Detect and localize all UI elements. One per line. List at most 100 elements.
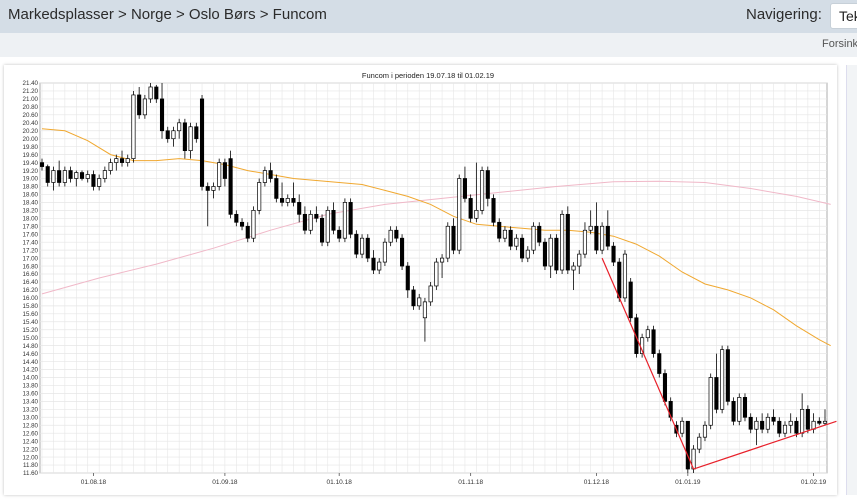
candle: [708, 373, 713, 430]
candle: [411, 285, 416, 310]
candle: [628, 278, 633, 322]
x-tick-label: 01.11.18: [458, 479, 483, 486]
candle-body: [268, 170, 273, 179]
candle: [171, 126, 176, 147]
candle: [685, 420, 690, 473]
candle: [742, 393, 748, 422]
candle: [222, 158, 227, 187]
candle-body: [274, 178, 279, 199]
candle-body: [588, 225, 593, 231]
y-tick-label: 15.20: [23, 327, 39, 334]
candle: [325, 206, 330, 247]
x-axis: 01.08.18 01.09.18 01.10.18 01.11.18 01.12.18…: [81, 473, 827, 486]
y-tick-label: 18.00: [23, 216, 39, 223]
candle-body: [371, 257, 376, 271]
candle: [508, 226, 513, 251]
top-bar: Markedsplasser > Norge > Oslo Børs > Fun…: [0, 0, 857, 33]
candle-body: [302, 213, 307, 231]
candle: [428, 281, 433, 306]
candle: [417, 293, 422, 310]
candle-body: [360, 237, 365, 255]
x-tick-label: 01.08.18: [81, 479, 107, 486]
candle: [468, 194, 473, 223]
candle: [148, 83, 153, 103]
navigation-label: Navigering:: [746, 6, 822, 23]
x-tick-label: 01.09.18: [212, 479, 238, 486]
candle-body: [708, 377, 713, 426]
x-tick-label: 01.12.18: [584, 479, 610, 486]
candle-body: [720, 349, 725, 410]
candle: [365, 234, 370, 263]
candle-body: [782, 424, 788, 434]
candle: [760, 413, 765, 434]
stock-chart: Funcom i perioden 19.07.18 til 01.02.19 …: [23, 71, 837, 486]
candle-body: [611, 245, 616, 263]
y-tick-label: 20.20: [23, 128, 39, 135]
y-tick-label: 17.00: [23, 255, 39, 262]
y-tick-label: 19.80: [23, 144, 39, 151]
candle-body: [582, 229, 588, 255]
candle: [68, 166, 73, 183]
candle-body: [645, 329, 650, 339]
candle-body: [628, 281, 633, 319]
candle: [371, 250, 376, 275]
candle: [480, 166, 485, 215]
candles: [39, 83, 828, 473]
candle: [537, 222, 542, 247]
candle-body: [817, 420, 822, 424]
candle-body: [394, 229, 399, 239]
candle: [211, 182, 216, 199]
candle: [39, 158, 45, 171]
candle-body: [622, 253, 628, 299]
candle-body: [377, 261, 382, 271]
candle: [382, 238, 387, 267]
candle-body: [754, 420, 759, 430]
candle-body: [39, 162, 45, 167]
candle-body: [85, 174, 90, 179]
candle-body: [308, 213, 313, 231]
candle: [817, 417, 822, 426]
y-tick-label: 15.00: [23, 335, 39, 342]
candle-body: [217, 162, 222, 187]
candle: [285, 194, 290, 207]
candle: [394, 226, 399, 243]
candle: [622, 250, 628, 302]
candle: [142, 94, 147, 119]
candle-body: [491, 198, 496, 223]
candle: [154, 84, 159, 103]
candle: [251, 206, 256, 243]
y-tick-label: 12.80: [23, 422, 39, 429]
candle-body: [205, 186, 210, 191]
y-tick-label: 13.80: [23, 383, 39, 390]
candle: [268, 162, 273, 183]
candle: [177, 118, 182, 139]
y-tick-label: 15.40: [23, 319, 39, 326]
candle-body: [97, 178, 102, 187]
y-tick-label: 13.20: [23, 407, 39, 414]
candle: [262, 166, 267, 187]
delay-link[interactable]: Forsink: [822, 38, 857, 50]
candle-body: [531, 225, 536, 251]
candle: [51, 166, 56, 191]
navigation-select[interactable]: Tek: [830, 3, 857, 29]
candle: [108, 158, 113, 175]
y-tick-label: 18.80: [23, 184, 39, 191]
y-tick-label: 19.40: [23, 160, 39, 167]
candle: [194, 122, 199, 143]
candle: [131, 90, 136, 163]
candle-body: [57, 170, 62, 183]
candle-body: [222, 162, 227, 179]
candle-body: [262, 170, 267, 183]
candle-body: [62, 170, 67, 183]
candle-body: [239, 221, 245, 227]
candle-body: [68, 170, 73, 179]
candle: [434, 258, 439, 290]
candle-body: [742, 397, 748, 418]
candle-body: [748, 416, 753, 430]
candle-body: [79, 172, 85, 179]
candle-body: [354, 233, 359, 255]
chart-frame: Funcom i perioden 19.07.18 til 01.02.19 …: [4, 65, 837, 495]
candle-body: [211, 186, 216, 191]
candle: [788, 413, 793, 434]
breadcrumb[interactable]: Markedsplasser > Norge > Oslo Børs > Fun…: [8, 6, 327, 23]
